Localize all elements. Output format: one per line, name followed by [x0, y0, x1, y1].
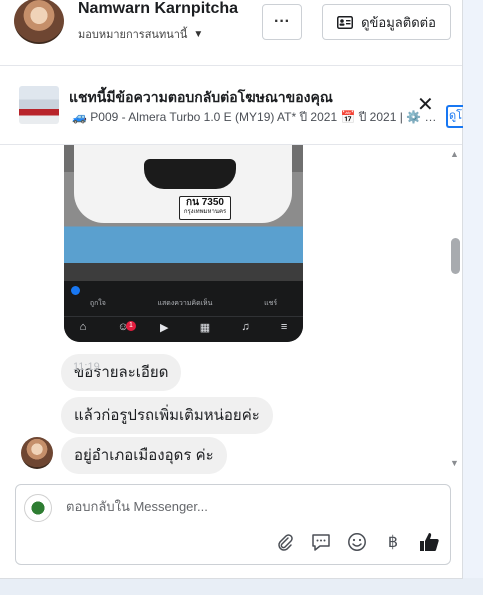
message-bubble[interactable]: แล้วก่อรูปรถเพิ่มเติมหน่อยค่ะ — [61, 397, 273, 434]
message-timestamp: 11:19 — [73, 361, 100, 373]
like-reaction-icon — [71, 286, 80, 295]
assign-label: มอบหมายการสนทนานี้ — [78, 29, 188, 41]
close-icon[interactable]: ✕ — [417, 95, 434, 115]
contact-name[interactable]: Namwarn Karnpitcha — [78, 0, 238, 18]
more-options-label: ··· — [274, 13, 290, 30]
scrollbar-thumb[interactable] — [451, 238, 460, 274]
ad-reply-title: แชทนี้มีข้อความตอบกลับต่อโฆษณาของคุณ — [69, 89, 333, 105]
marketplace-icon: ▦ — [199, 322, 211, 334]
view-contact-label: ดูข้อมูลติดต่อ — [361, 14, 436, 30]
right-sidebar-strip — [463, 0, 483, 578]
message-bubble[interactable]: อยู่อำเภอเมืองอุดร ค่ะ — [61, 437, 227, 474]
ad-subtitle: 🚙 P009 - Almera Turbo 1.0 E (MY19) AT* ป… — [72, 110, 438, 124]
header-divider — [0, 65, 462, 66]
post-footer-divider — [64, 316, 303, 317]
ad-thumbnail — [19, 86, 59, 124]
car-grille — [144, 159, 236, 189]
menu-icon: ≡ — [280, 321, 288, 333]
baht-icon[interactable]: ฿ — [382, 531, 404, 553]
chevron-down-icon: ▼ — [193, 28, 204, 40]
contact-card-icon — [337, 15, 354, 29]
facebook-nav-bar: ⌂ ☺ ▶ ▦ ♫ ≡ — [64, 321, 303, 334]
car-front: กน 7350 กรุงเทพมหานคร — [74, 145, 292, 223]
page-avatar — [24, 494, 52, 522]
post-action-share: แชร์ — [264, 300, 278, 307]
post-action-comment: แสดงความคิดเห็น — [157, 300, 213, 307]
reply-input[interactable] — [64, 498, 438, 515]
facebook-post-footer: ถูกใจ แสดงความคิดเห็น แชร์ ⌂ ☺ ▶ ▦ ♫ ≡ 1 — [64, 281, 303, 342]
post-actions: ถูกใจ แสดงความคิดเห็น แชร์ — [64, 298, 303, 309]
view-contact-button[interactable]: ดูข้อมูลติดต่อ — [322, 4, 451, 40]
assign-dropdown[interactable]: มอบหมายการสนทนานี้ ▼ — [78, 25, 203, 43]
plate-number: กน 7350 — [186, 197, 224, 208]
composer-toolbar: ฿ — [274, 531, 440, 553]
notification-badge: 1 — [126, 321, 136, 331]
sender-avatar — [21, 437, 53, 469]
post-action-like: ถูกใจ — [89, 300, 106, 307]
more-options-button[interactable]: ··· — [262, 4, 302, 40]
home-icon: ⌂ — [79, 321, 87, 333]
reply-composer: ฿ — [15, 484, 451, 565]
scroll-down-arrow-icon[interactable]: ▼ — [450, 458, 459, 468]
smiley-icon[interactable] — [346, 531, 368, 553]
contact-avatar[interactable] — [14, 0, 64, 44]
paperclip-icon[interactable] — [274, 531, 296, 553]
car-shadow — [64, 263, 303, 281]
scroll-up-arrow-icon[interactable]: ▲ — [450, 149, 459, 159]
bell-icon: ♫ — [241, 321, 250, 333]
conversation-panel: Namwarn Karnpitcha มอบหมายการสนทนานี้ ▼ … — [0, 0, 465, 579]
plate-province: กรุงเทพมหานคร — [183, 209, 227, 215]
video-icon: ▶ — [160, 322, 169, 334]
car-photo: กน 7350 กรุงเทพมหานคร — [64, 145, 303, 281]
chat-bubble-icon[interactable] — [310, 531, 332, 553]
thumbs-up-icon[interactable] — [418, 531, 440, 553]
license-plate: กน 7350 กรุงเทพมหานคร — [179, 196, 231, 220]
image-attachment[interactable]: กน 7350 กรุงเทพมหานคร ถูกใจ แสดงความคิดเ… — [64, 145, 303, 342]
